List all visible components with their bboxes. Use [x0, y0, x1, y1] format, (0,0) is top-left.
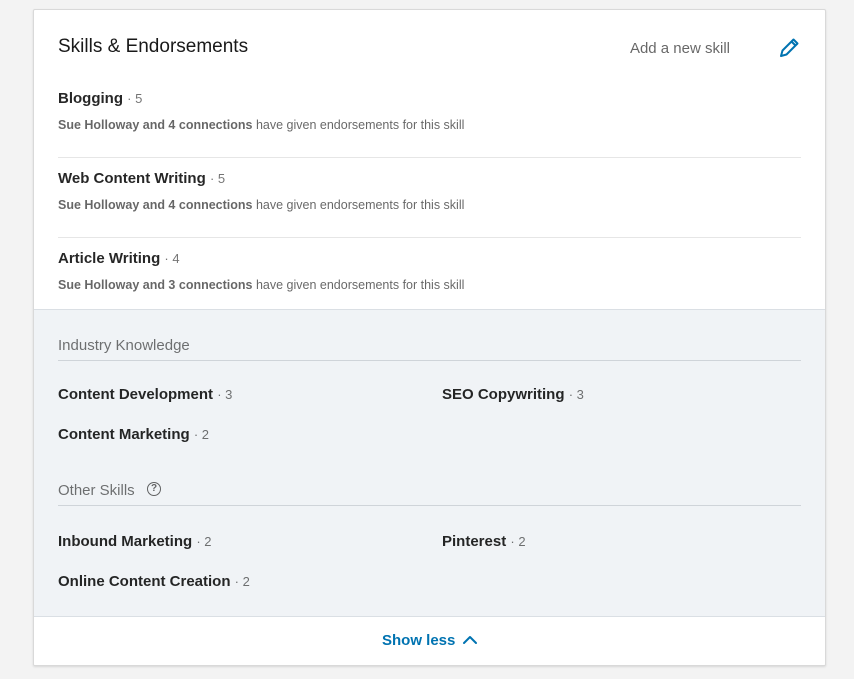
endorsement-count[interactable]: · 5 [210, 171, 225, 186]
endorsement-summary: Sue Holloway and 3 connections have give… [58, 278, 465, 292]
top-skill-item[interactable]: Web Content Writing · 5 Sue Holloway and… [58, 158, 801, 238]
endorser-names[interactable]: Sue Holloway and 4 connections [58, 198, 252, 212]
endorser-names[interactable]: Sue Holloway and 3 connections [58, 278, 252, 292]
skill-pill[interactable]: Content Development · 3 [58, 386, 232, 403]
endorsement-count[interactable]: · 5 [127, 91, 142, 106]
skill-name[interactable]: Blogging [58, 90, 123, 107]
endorser-names[interactable]: Sue Holloway and 4 connections [58, 118, 252, 132]
section-title: Skills & Endorsements [58, 36, 249, 57]
skill-pill[interactable]: SEO Copywriting · 3 [442, 386, 584, 403]
chevron-up-icon[interactable] [462, 633, 478, 647]
industry-knowledge-heading: Industry Knowledge [58, 337, 801, 361]
skill-name[interactable]: Web Content Writing [58, 170, 206, 187]
card-footer: Show less [34, 616, 825, 665]
skills-header: Skills & Endorsements Add a new skill [58, 36, 801, 66]
skill-pill[interactable]: Online Content Creation · 2 [58, 573, 250, 590]
show-less-button[interactable]: Show less [382, 632, 455, 649]
skill-pill[interactable]: Pinterest · 2 [442, 533, 526, 550]
endorsement-summary: Sue Holloway and 4 connections have give… [58, 198, 465, 212]
pencil-icon[interactable] [777, 36, 801, 60]
skill-pill[interactable]: Inbound Marketing · 2 [58, 533, 212, 550]
more-skills-panel: Industry Knowledge Content Development ·… [34, 309, 825, 618]
question-circle-icon[interactable]: ? [147, 482, 161, 496]
skill-pill[interactable]: Content Marketing · 2 [58, 426, 209, 443]
endorsement-summary: Sue Holloway and 4 connections have give… [58, 118, 465, 132]
skill-name[interactable]: Article Writing [58, 250, 160, 267]
endorsement-count[interactable]: · 4 [164, 251, 179, 266]
top-skill-item[interactable]: Article Writing · 4 Sue Holloway and 3 c… [58, 238, 801, 318]
other-skills-heading: Other Skills ? [58, 482, 801, 506]
add-skill-link[interactable]: Add a new skill [630, 40, 730, 57]
top-skills-list: Blogging · 5 Sue Holloway and 4 connecti… [58, 78, 801, 318]
skills-card: Skills & Endorsements Add a new skill Bl… [33, 9, 826, 666]
top-skill-item[interactable]: Blogging · 5 Sue Holloway and 4 connecti… [58, 78, 801, 158]
